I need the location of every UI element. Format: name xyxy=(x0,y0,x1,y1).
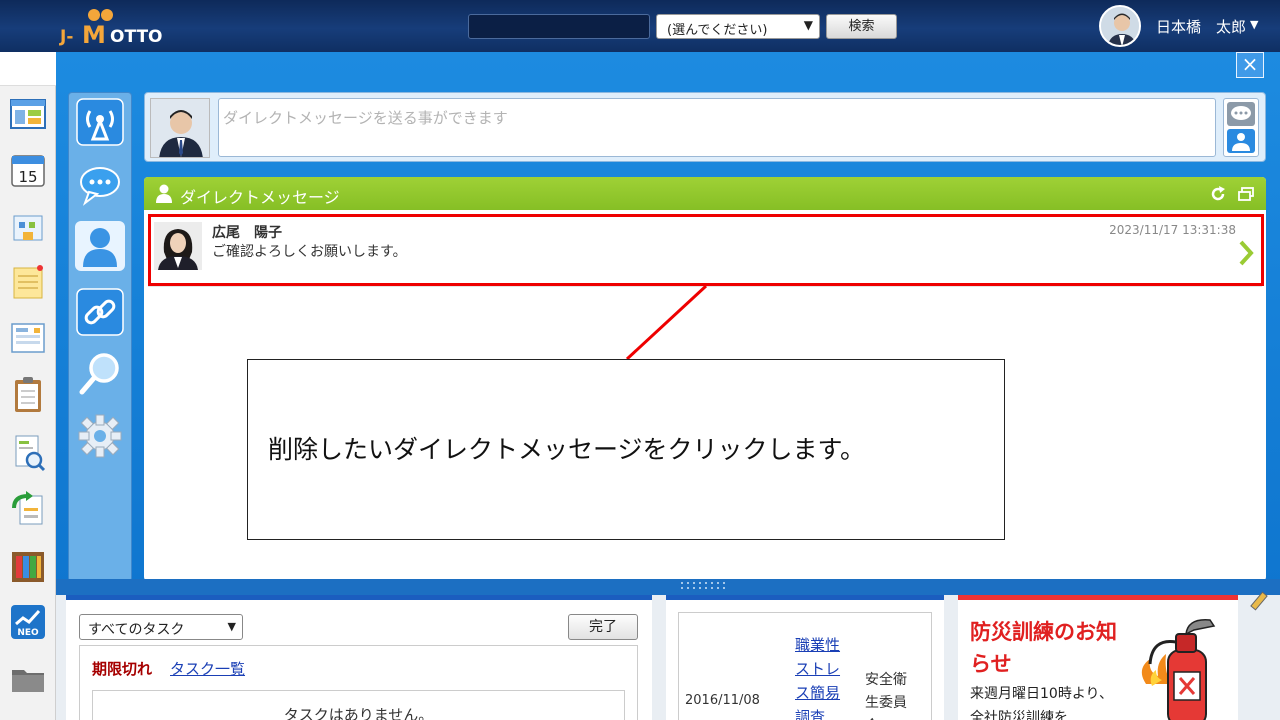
person-icon[interactable] xyxy=(75,221,125,271)
antenna-icon[interactable] xyxy=(75,97,125,147)
notice-widget: 防災訓練のお知らせ 来週月曜日10時より、全社防災訓練を xyxy=(958,595,1238,720)
rail-header xyxy=(0,52,56,86)
task-list-link[interactable]: タスク一覧 xyxy=(170,658,245,679)
highlight-frame xyxy=(148,214,1264,286)
chat-bubble-icon[interactable] xyxy=(1227,102,1255,126)
svg-text:M: M xyxy=(82,21,106,48)
svg-text:J-: J- xyxy=(59,27,73,47)
dm-panel-header: ダイレクトメッセージ xyxy=(144,177,1266,210)
send-to-person-icon[interactable] xyxy=(1227,129,1255,153)
person-icon xyxy=(156,184,172,203)
clipboard-icon[interactable] xyxy=(8,374,48,414)
svg-text:OTTO: OTTO xyxy=(110,27,163,47)
task-complete-button[interactable]: 完了 xyxy=(568,614,638,640)
overdue-label: 期限切れ xyxy=(92,660,153,678)
search-scope-value: (選んでください) xyxy=(667,23,768,38)
composer-actions xyxy=(1223,98,1259,157)
maximize-icon[interactable] xyxy=(1238,187,1254,201)
page: J- M OTTO (選んでください) ▼ 検索 日本橋 太郎 ▼ 15 NEO… xyxy=(0,0,1280,720)
search-icon[interactable] xyxy=(75,349,125,399)
dm-composer-input[interactable]: ダイレクトメッセージを送る事ができます xyxy=(218,98,1216,157)
user-avatar[interactable] xyxy=(1099,5,1141,47)
task-empty-message: タスクはありません。 xyxy=(92,690,625,720)
logo-mark: J- M OTTO xyxy=(59,9,163,49)
news-category: 安全衛生委員会 xyxy=(865,672,907,720)
left-rail: 15 NEO xyxy=(0,52,56,720)
search-doc-icon[interactable] xyxy=(8,432,48,472)
cabinet-icon[interactable] xyxy=(8,546,48,586)
task-widget: すべてのタスク ▼ 完了 期限切れ タスク一覧 タスクはありません。 xyxy=(66,595,652,720)
news-title-link[interactable]: 職業性ストレス簡易調査(2016/12/ xyxy=(795,633,853,720)
task-filter-value: すべてのタスク xyxy=(88,622,185,638)
chat-icon[interactable] xyxy=(75,159,125,209)
folder-icon[interactable] xyxy=(8,658,53,698)
chevron-down-icon: ▼ xyxy=(227,620,236,633)
refresh-icon[interactable] xyxy=(1210,186,1226,202)
calendar-icon[interactable]: 15 xyxy=(8,150,48,190)
overlay-resize-handle[interactable] xyxy=(56,579,1280,595)
link-icon[interactable] xyxy=(75,287,125,337)
notice-body: 来週月曜日10時より、全社防災訓練を xyxy=(970,686,1113,720)
gear-icon[interactable] xyxy=(75,411,125,461)
search-button[interactable]: 検索 xyxy=(826,14,897,39)
notice-title[interactable]: 防災訓練のお知らせ xyxy=(970,616,1120,680)
global-search-input[interactable] xyxy=(468,14,650,39)
pencil-icon[interactable] xyxy=(1250,590,1274,614)
task-list-box: 期限切れ タスク一覧 タスクはありません。 xyxy=(79,645,638,720)
news-widget: 2016/11/08 職業性ストレス簡易調査(2016/12/ 安全衛生委員会 xyxy=(666,595,944,720)
neo-label: NEO xyxy=(17,628,39,638)
portal-icon[interactable] xyxy=(8,96,48,136)
memo-icon[interactable] xyxy=(8,262,48,302)
close-overlay-button[interactable]: × xyxy=(1236,52,1264,78)
task-filter-select[interactable]: すべてのタスク ▼ xyxy=(79,614,243,640)
instruction-text: 削除したいダイレクトメッセージをクリックします。 xyxy=(268,435,866,464)
fire-extinguisher-icon xyxy=(1141,619,1216,720)
workflow-icon[interactable] xyxy=(8,488,48,528)
news-date: 2016/11/08 xyxy=(685,693,760,708)
overlay-vertical-nav xyxy=(68,92,132,582)
composer-avatar xyxy=(150,98,210,158)
drag-handle-dots-icon[interactable] xyxy=(678,580,732,592)
neo-icon[interactable]: NEO xyxy=(8,602,48,642)
dm-panel-title: ダイレクトメッセージ xyxy=(180,188,340,207)
board-icon[interactable] xyxy=(8,318,48,358)
user-avatar-image xyxy=(1101,7,1139,45)
user-name[interactable]: 日本橋 太郎 xyxy=(1156,16,1246,37)
search-scope-select[interactable]: (選んでください) ▼ xyxy=(656,14,820,39)
user-menu-caret-icon[interactable]: ▼ xyxy=(1250,18,1258,31)
chevron-down-icon: ▼ xyxy=(803,18,813,32)
top-bar: J- M OTTO (選んでください) ▼ 検索 日本橋 太郎 ▼ xyxy=(0,0,1280,52)
logo[interactable]: J- M OTTO xyxy=(58,6,166,49)
instruction-callout: 削除したいダイレクトメッセージをクリックします。 xyxy=(247,359,1005,540)
facility-icon[interactable] xyxy=(8,206,48,246)
news-table: 2016/11/08 職業性ストレス簡易調査(2016/12/ 安全衛生委員会 xyxy=(678,612,932,720)
calendar-day: 15 xyxy=(18,168,37,186)
